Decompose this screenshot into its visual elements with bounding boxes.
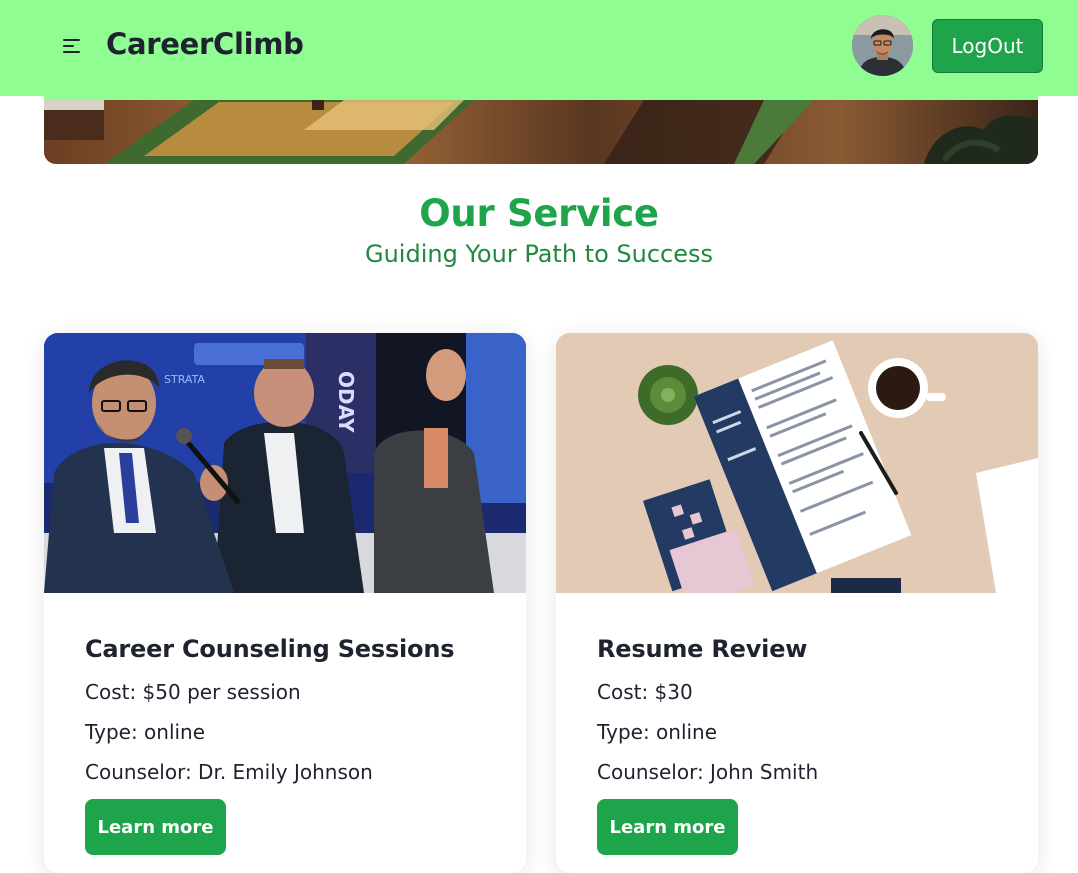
service-card: STRATA ODAY Career Counseling Sessions C… [44,333,526,873]
learn-more-button[interactable]: Learn more [85,799,226,855]
conference-panel-photo: STRATA ODAY [44,333,526,593]
service-card: Resume Review Cost: $30 Type: online Cou… [556,333,1038,873]
user-avatar[interactable] [852,15,913,76]
svg-text:STRATA: STRATA [164,373,205,386]
logout-button[interactable]: LogOut [932,19,1043,73]
card-cost: Cost: $50 per session [85,680,301,704]
brand-logo[interactable]: CareerClimb [106,27,304,61]
navbar: CareerClimb LogOut [0,0,1078,96]
section-subtitle: Guiding Your Path to Success [365,240,713,268]
card-title: Resume Review [597,635,808,663]
card-counselor: Counselor: John Smith [597,760,819,784]
hamburger-menu-icon[interactable] [60,36,84,56]
card-title: Career Counseling Sessions [85,635,455,663]
resume-on-desk-photo [556,333,1038,593]
learn-more-button[interactable]: Learn more [597,799,738,855]
card-cost: Cost: $30 [597,680,693,704]
card-type: Type: online [85,720,206,744]
section-title: Our Service [419,192,659,235]
svg-text:ODAY: ODAY [334,371,358,433]
card-counselor: Counselor: Dr. Emily Johnson [85,760,373,784]
card-type: Type: online [597,720,718,744]
